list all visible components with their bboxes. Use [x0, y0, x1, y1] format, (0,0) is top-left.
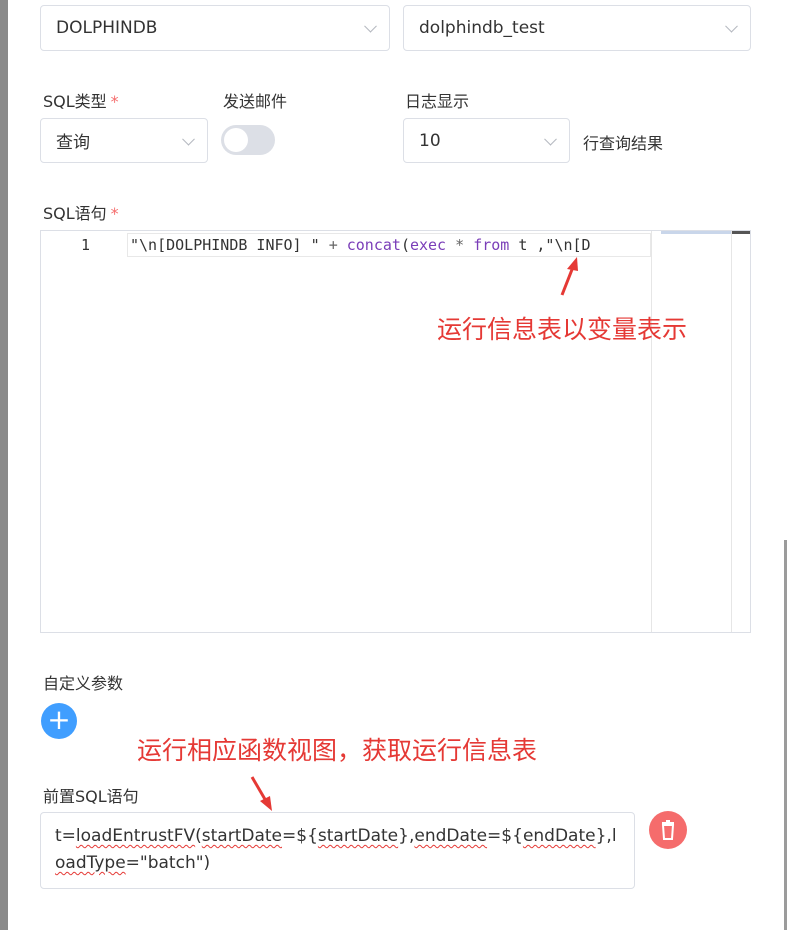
chevron-down-icon: [364, 19, 377, 33]
left-border: [0, 0, 8, 930]
required-mark: *: [110, 204, 119, 223]
log-display-suffix: 行查询结果: [583, 134, 664, 153]
plus-icon: +: [47, 703, 71, 736]
code-line[interactable]: "\n[DOLPHINDB INFO] " + concat(exec * fr…: [127, 233, 651, 257]
line-number: 1: [81, 236, 91, 254]
text-part: =${: [282, 826, 318, 846]
code-token: "\n[DOLPHINDB INFO] ": [130, 236, 329, 254]
text-part: endDate: [414, 826, 488, 846]
text-part: (: [195, 826, 202, 846]
sql-statement-label: SQL语句 *: [43, 200, 119, 224]
sql-editor[interactable]: 1 "\n[DOLPHINDB INFO] " + concat(exec * …: [40, 230, 751, 633]
send-email-toggle[interactable]: [221, 125, 275, 155]
datasource-type-value: DOLPHINDB: [56, 18, 158, 38]
datasource-name-value: dolphindb_test: [419, 18, 545, 38]
sql-type-label: SQL类型 *: [43, 88, 119, 112]
code-token: (: [400, 236, 410, 254]
code-token: *: [455, 236, 465, 254]
minimap-divider: [651, 231, 652, 632]
sql-type-label-text: SQL类型: [43, 92, 107, 111]
toggle-knob: [224, 128, 248, 152]
delete-button[interactable]: [649, 811, 687, 849]
text-part: },l: [595, 826, 617, 846]
code-token: from: [473, 236, 510, 254]
arrow-icon: [560, 257, 578, 296]
code-token: +: [328, 236, 338, 254]
add-param-button[interactable]: +: [41, 703, 77, 739]
chevron-down-icon: [182, 132, 195, 146]
code-token: exec: [409, 236, 447, 254]
datasource-name-select[interactable]: dolphindb_test: [403, 5, 751, 51]
minimap[interactable]: [661, 231, 731, 234]
log-display-label: 日志显示: [405, 92, 470, 111]
text-part: loadEntrustFV: [75, 826, 196, 846]
text-part: startDate: [317, 826, 399, 846]
datasource-type-select[interactable]: DOLPHINDB: [40, 5, 390, 51]
editor-scrollbar-track: [731, 231, 732, 632]
required-mark: *: [110, 92, 119, 111]
arrow-icon: [250, 776, 272, 811]
custom-params-label: 自定义参数: [43, 674, 124, 693]
code-token: concat: [346, 236, 401, 254]
send-email-label: 发送邮件: [223, 92, 288, 111]
log-display-select[interactable]: 10: [403, 118, 570, 163]
text-part: t=: [55, 826, 76, 846]
text-part: ="batch"): [125, 853, 211, 873]
sql-statement-label-text: SQL语句: [43, 204, 107, 223]
sql-type-value: 查询: [56, 133, 90, 153]
sql-type-select[interactable]: 查询: [40, 118, 208, 163]
chevron-down-icon: [544, 132, 557, 146]
pre-sql-textarea[interactable]: t=loadEntrustFV(startDate=${startDate},e…: [40, 812, 635, 889]
text-part: },: [398, 826, 415, 846]
log-display-value: 10: [419, 130, 441, 151]
annotation-top: 运行信息表以变量表示: [437, 315, 688, 344]
chevron-down-icon: [725, 19, 738, 33]
text-part: endDate: [522, 826, 596, 846]
pre-sql-label: 前置SQL语句: [43, 787, 139, 806]
text-part: oadType: [55, 853, 126, 873]
text-part: startDate: [201, 826, 283, 846]
editor-scrollbar-thumb[interactable]: [732, 231, 750, 234]
trash-icon: [661, 820, 675, 840]
code-token: t ,"\n[D: [509, 236, 591, 254]
text-part: =${: [487, 826, 523, 846]
annotation-bottom: 运行相应函数视图，获取运行信息表: [137, 736, 538, 765]
